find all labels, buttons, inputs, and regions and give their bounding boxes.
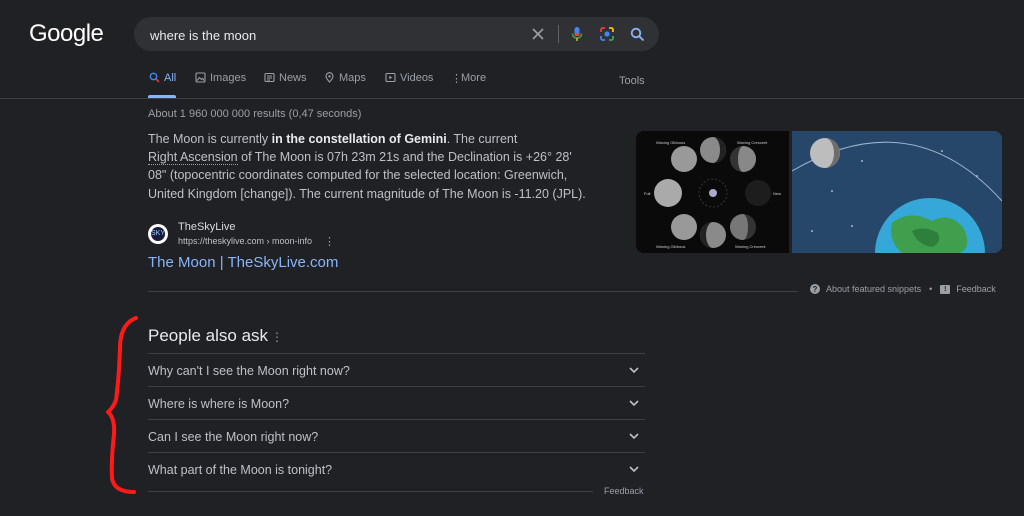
tab-all[interactable]: All: [148, 72, 177, 98]
about-featured-snippets-link[interactable]: About featured snippets: [826, 284, 921, 294]
help-icon: ?: [810, 284, 820, 294]
paa-question[interactable]: Where is where is Moon?: [148, 386, 645, 419]
red-bracket-annotation: [106, 316, 138, 494]
more-vertical-icon[interactable]: ⋮: [271, 330, 283, 344]
image-icon: [194, 72, 206, 86]
tab-news[interactable]: News: [263, 72, 307, 98]
feedback-link[interactable]: Feedback: [956, 284, 996, 294]
google-logo[interactable]: Google: [29, 20, 104, 48]
paa-feedback-link[interactable]: Feedback: [604, 486, 644, 496]
phase-label-waning-gibbous: Waning Gibbous: [656, 244, 685, 249]
moon-phases-image[interactable]: Waxing Gibbous Waxing Crescent Full New …: [636, 131, 789, 253]
result-title-link[interactable]: The Moon | TheSkyLive.com: [148, 254, 338, 271]
paa-question-text: Why can't I see the Moon right now?: [148, 364, 350, 378]
paa-question-text: Where is where is Moon?: [148, 397, 290, 411]
tools-button[interactable]: Tools: [619, 75, 645, 87]
people-also-ask-title: People also ask ⋮: [148, 326, 283, 346]
divider: [148, 291, 798, 292]
divider: [148, 491, 593, 492]
paa-question[interactable]: Why can't I see the Moon right now?: [148, 353, 645, 386]
snippet-text-1: The Moon is currently: [148, 132, 272, 146]
site-url[interactable]: https://theskylive.com › moon-info: [178, 236, 312, 246]
search-icon[interactable]: [628, 25, 646, 43]
tab-videos[interactable]: Videos: [384, 72, 433, 98]
tab-more-label: More: [461, 72, 487, 84]
tab-images[interactable]: Images: [194, 72, 246, 98]
chevron-down-icon: [629, 433, 639, 440]
tab-videos-label: Videos: [400, 72, 434, 84]
paa-question[interactable]: What part of the Moon is tonight?: [148, 452, 645, 485]
snippet-bold: in the constellation of Gemini: [271, 132, 447, 146]
people-also-ask-list: Why can't I see the Moon right now? Wher…: [148, 353, 645, 485]
snippet-text-2: . The current: [446, 132, 518, 146]
more-vertical-icon: ⋮: [451, 73, 462, 85]
search-icon: [148, 72, 160, 86]
moon-earth-illustration[interactable]: [792, 131, 1002, 253]
people-also-ask-label: People also ask: [148, 326, 269, 345]
header: Google where is the moon All Images News…: [0, 0, 1024, 99]
map-pin-icon: [323, 72, 335, 86]
featured-snippet-text: The Moon is currently in the constellati…: [148, 130, 588, 203]
search-divider: [558, 25, 559, 43]
search-box[interactable]: [134, 17, 659, 51]
phase-label-new: New: [773, 191, 781, 196]
close-icon[interactable]: [529, 25, 547, 43]
phase-label-waxing-crescent: Waxing Crescent: [737, 140, 768, 145]
site-name[interactable]: TheSkyLive: [178, 221, 235, 233]
phase-label-waxing-gibbous: Waxing Gibbous: [656, 140, 685, 145]
snippet-footer: ? About featured snippets • ! Feedback: [810, 284, 996, 294]
mic-icon[interactable]: [568, 25, 586, 43]
phase-label-full: Full: [644, 191, 651, 196]
more-vertical-icon[interactable]: ⋮: [324, 235, 335, 248]
feedback-icon: !: [940, 284, 951, 294]
search-input[interactable]: [148, 24, 522, 46]
chevron-down-icon: [629, 400, 639, 407]
news-icon: [263, 72, 275, 86]
chevron-down-icon: [629, 367, 639, 374]
paa-question-text: What part of the Moon is tonight?: [148, 463, 333, 477]
snippet-definition-link[interactable]: Right Ascension: [148, 150, 238, 166]
result-stats: About 1 960 000 000 results (0,47 second…: [148, 108, 362, 120]
chevron-down-icon: [629, 466, 639, 473]
tab-images-label: Images: [210, 72, 247, 84]
tab-maps[interactable]: Maps: [323, 72, 366, 98]
site-favicon: SKY: [148, 224, 168, 244]
favicon-text: SKY: [151, 227, 165, 241]
phase-label-waning-crescent: Waning Crescent: [735, 244, 766, 249]
tab-more[interactable]: ⋮ More: [451, 72, 486, 98]
camera-lens-icon[interactable]: [598, 25, 616, 43]
tab-news-label: News: [279, 72, 307, 84]
separator-dot: •: [929, 284, 933, 294]
tab-all-label: All: [164, 72, 177, 84]
tab-maps-label: Maps: [339, 72, 366, 84]
paa-question-text: Can I see the Moon right now?: [148, 430, 319, 444]
video-icon: [384, 72, 396, 86]
paa-question[interactable]: Can I see the Moon right now?: [148, 419, 645, 452]
